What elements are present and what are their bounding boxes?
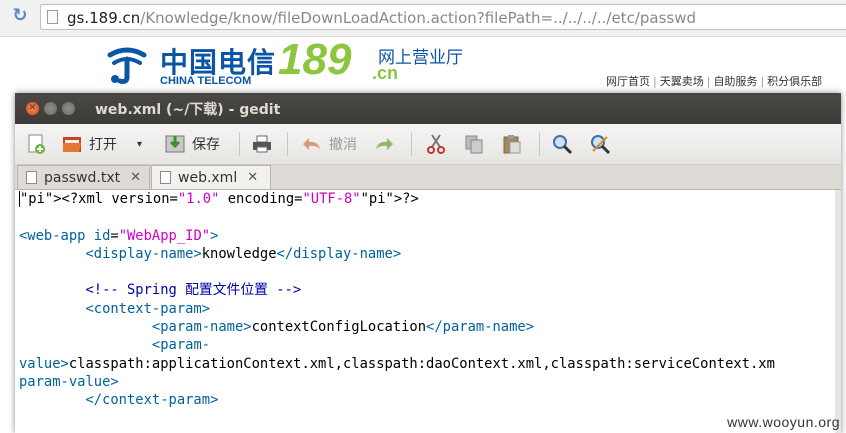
xml-file-icon: [160, 171, 171, 184]
code-line: param-value>: [19, 373, 119, 390]
address-bar[interactable]: gs.189.cn/Knowledge/know/fileDownLoadAct…: [40, 4, 846, 30]
url-path: /Knowledge/know/fileDownLoadAction.actio…: [140, 9, 696, 27]
china-telecom-logo-icon: [107, 47, 147, 84]
code-line: <web-app id="WebApp_ID">: [19, 227, 219, 244]
window-titlebar[interactable]: ✕ web.xml (~/下载) - gedit: [15, 93, 841, 124]
logo-189: 189: [278, 35, 352, 84]
copy-icon: [465, 135, 483, 154]
code-line: </context-param>: [85, 392, 219, 409]
print-button[interactable]: [251, 131, 279, 157]
toolbar-separator: [539, 132, 540, 156]
close-tab-icon[interactable]: ✕: [247, 170, 258, 185]
editor-scrollbar[interactable]: [835, 190, 841, 433]
nav-link-points-club[interactable]: 积分俱乐部: [767, 75, 822, 88]
browser-toolbar: ↻ gs.189.cn/Knowledge/know/fileDownLoadA…: [0, 0, 846, 37]
paste-button[interactable]: [501, 131, 529, 157]
nav-link-store[interactable]: 天翼卖场: [660, 75, 704, 88]
printer-icon: [253, 135, 271, 153]
redo-button[interactable]: [373, 131, 401, 157]
paste-icon: [503, 135, 521, 154]
page-icon: [47, 10, 58, 24]
toolbar-separator: [411, 132, 412, 156]
find-button[interactable]: [551, 131, 579, 157]
reload-icon[interactable]: ↻: [10, 6, 30, 26]
copy-button[interactable]: [463, 131, 491, 157]
nav-separator: |: [653, 75, 657, 88]
logo-english-text: CHINA TELECOM: [160, 75, 252, 87]
site-header: 中国电信 CHINA TELECOM 189 .cn 网上营业厅 网厅首页 | 天翼…: [0, 35, 846, 92]
window-title: web.xml (~/下载) - gedit: [95, 102, 281, 118]
close-window-button[interactable]: ✕: [26, 102, 39, 115]
top-nav: 网厅首页 | 天翼卖场 | 自助服务 | 积分俱乐部: [606, 73, 822, 89]
open-folder-icon: [63, 137, 81, 152]
save-button[interactable]: 保存: [164, 131, 220, 157]
toolbar-separator: [239, 132, 240, 156]
url-text[interactable]: gs.189.cn/Knowledge/know/fileDownLoadAct…: [67, 9, 696, 27]
open-recent-dropdown[interactable]: ▾: [137, 131, 142, 157]
code-line: <context-param>: [85, 300, 211, 317]
code-line: <param-name>contextConfigLocation</param…: [151, 319, 535, 336]
tab-passwd[interactable]: passwd.txt ✕: [17, 165, 150, 189]
nav-separator: |: [706, 75, 711, 88]
code-line: <param-: [151, 337, 211, 354]
gedit-window: ✕ web.xml (~/下载) - gedit 打开 ▾ 保存 撤消 pass…: [15, 93, 841, 433]
find-replace-icon: [591, 135, 611, 155]
save-icon: [165, 135, 185, 153]
tab-label: passwd.txt: [44, 169, 121, 186]
gedit-toolbar: 打开 ▾ 保存 撤消: [15, 124, 841, 165]
open-button[interactable]: 打开: [61, 131, 117, 157]
scissors-icon: [427, 134, 445, 154]
close-tab-icon[interactable]: ✕: [130, 170, 141, 185]
code-content[interactable]: "pi"><?xml version="1.0" encoding="UTF-8…: [19, 190, 775, 410]
open-label: 打开: [89, 137, 117, 153]
minimize-window-button[interactable]: [44, 102, 57, 115]
search-icon: [553, 135, 573, 155]
nav-separator: |: [760, 75, 765, 88]
redo-arrow-icon: [376, 138, 393, 150]
code-line: value>classpath:applicationContext.xml,c…: [19, 355, 775, 372]
text-file-icon: [26, 171, 37, 184]
watermark: www.wooyun.org: [727, 414, 840, 430]
undo-button[interactable]: 撤消: [301, 131, 357, 157]
maximize-window-button[interactable]: [62, 102, 75, 115]
undo-arrow-icon: [303, 138, 320, 150]
find-replace-button[interactable]: [589, 131, 617, 157]
document-tabs: passwd.txt ✕ web.xml ✕: [15, 165, 841, 190]
text-editor[interactable]: "pi"><?xml version="1.0" encoding="UTF-8…: [15, 190, 837, 433]
save-label: 保存: [192, 137, 220, 153]
nav-link-self-service[interactable]: 自助服务: [713, 75, 757, 88]
code-line: <display-name>knowledge</display-name>: [85, 245, 402, 262]
new-document-button[interactable]: [25, 131, 53, 157]
logo-hall-text: 网上营业厅: [378, 48, 463, 68]
tab-label: web.xml: [178, 169, 238, 186]
toolbar-separator: [287, 132, 288, 156]
nav-link-home[interactable]: 网厅首页: [606, 75, 650, 88]
tab-web-xml[interactable]: web.xml ✕: [151, 165, 271, 189]
code-line: "pi"><?xml version="1.0" encoding="UTF-8…: [20, 191, 419, 207]
code-line: <!-- Spring 配置文件位置 -->: [85, 282, 302, 299]
cut-button[interactable]: [425, 131, 453, 157]
url-host: gs.189.cn: [67, 9, 141, 27]
chevron-down-icon: ▾: [137, 138, 143, 150]
undo-label: 撤消: [329, 137, 357, 153]
new-document-icon: [28, 134, 45, 154]
